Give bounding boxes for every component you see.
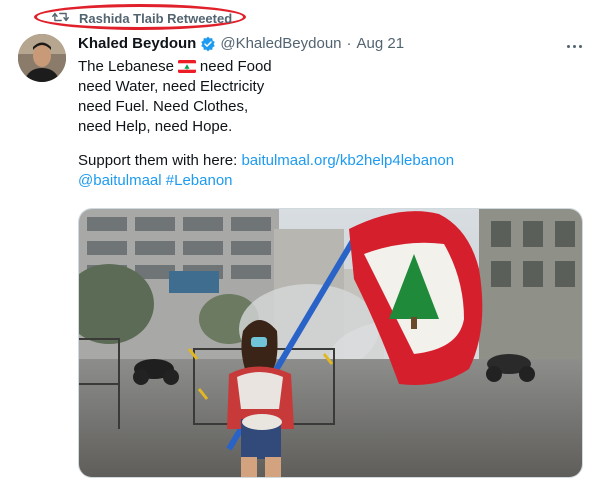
lebanon-flag-icon	[177, 59, 196, 79]
tweet-line-1: The Lebanese	[78, 58, 174, 75]
mention-link[interactable]: @baitulmaal	[78, 172, 162, 189]
author-handle[interactable]: @KhaledBeydoun	[220, 35, 341, 52]
tweet-date[interactable]: Aug 21	[357, 35, 405, 52]
separator-dot: ·	[346, 35, 352, 52]
tweet-header: Khaled Beydoun @KhaledBeydoun · Aug 21	[78, 35, 404, 52]
avatar[interactable]	[18, 34, 66, 82]
retweet-context[interactable]: Rashida Tlaib Retweeted	[52, 8, 232, 28]
support-link[interactable]: baitulmaal.org/kb2help4lebanon	[241, 152, 454, 169]
more-options-icon[interactable]	[563, 36, 585, 56]
tweet-text: The Lebanese need Food need Water, need E…	[78, 57, 568, 191]
support-text: Support them with here:	[78, 152, 238, 169]
tweet-line-3: need Fuel. Need Clothes,	[78, 98, 249, 115]
author-name[interactable]: Khaled Beydoun	[78, 35, 196, 52]
tweet-line-2: need Water, need Electricity	[78, 78, 265, 95]
retweet-label: Rashida Tlaib Retweeted	[79, 10, 233, 26]
tweet-line-1b: need Food	[199, 58, 272, 75]
retweet-icon	[52, 10, 69, 27]
tweet-photo[interactable]	[78, 208, 583, 478]
verified-badge-icon	[200, 36, 216, 52]
hashtag-link[interactable]: #Lebanon	[166, 172, 233, 189]
tweet-line-4: need Help, need Hope.	[78, 118, 233, 135]
